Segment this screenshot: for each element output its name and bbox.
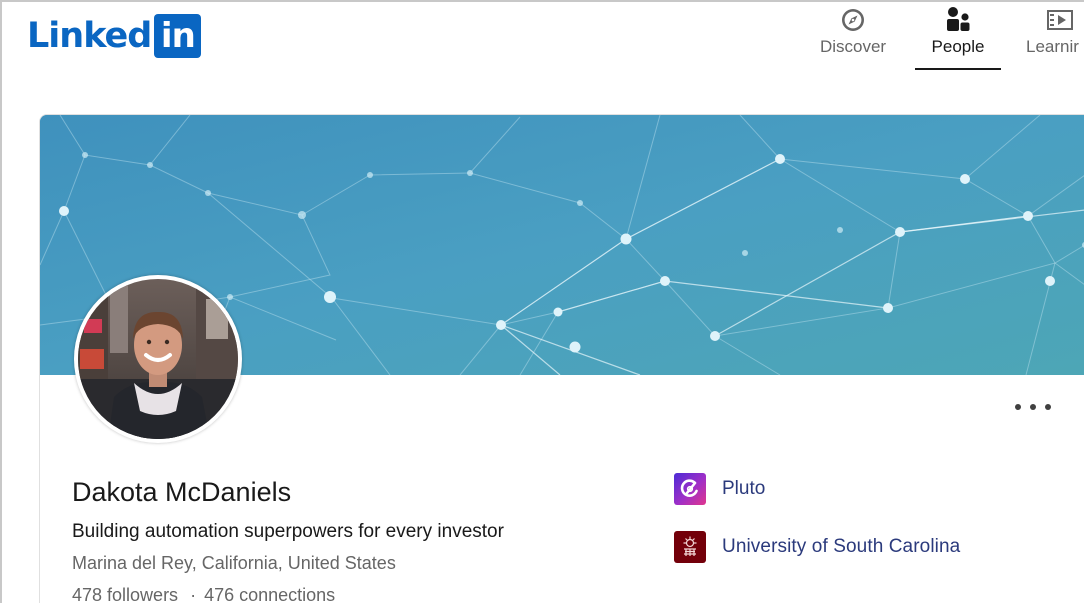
dot [1015, 404, 1021, 410]
profile-card: Dakota McDaniels Building automation sup… [39, 114, 1084, 603]
profile-name: Dakota McDaniels [72, 477, 292, 507]
nav-item-discover[interactable]: Discover [816, 6, 890, 57]
profile-photo[interactable] [74, 275, 242, 443]
profile-location: Marina del Rey, California, United State… [72, 553, 396, 573]
profile-stats: 478 followers · 476 connections [72, 585, 335, 603]
nav-label: Learnir [1026, 37, 1079, 56]
usc-logo-icon [674, 531, 706, 563]
org-pluto[interactable]: Pluto [674, 473, 765, 505]
connections-count[interactable]: 476 connections [204, 585, 335, 603]
logo-box: in [154, 14, 202, 58]
org-name: Pluto [722, 478, 766, 499]
video-play-icon [1046, 6, 1074, 34]
org-name: University of South Carolina [722, 536, 961, 557]
logo-text: Linked [27, 16, 152, 56]
people-icon [944, 6, 972, 34]
dot [1045, 404, 1051, 410]
dot [1030, 404, 1036, 410]
active-tab-indicator [915, 68, 1001, 70]
pluto-logo-icon [674, 473, 706, 505]
linkedin-logo[interactable]: Linked in [27, 14, 202, 58]
followers-count[interactable]: 478 followers [72, 585, 178, 603]
window-frame-left [0, 0, 2, 603]
nav-label: People [931, 37, 985, 56]
window-frame-top [0, 0, 1084, 2]
more-options-icon[interactable] [1015, 400, 1051, 414]
nav-label: Discover [819, 37, 887, 56]
org-university-of-south-carolina[interactable]: University of South Carolina [674, 531, 960, 563]
profile-headline: Building automation superpowers for ever… [72, 521, 504, 542]
stats-separator: · [190, 585, 197, 603]
nav-item-learning[interactable]: Learnir [1026, 6, 1084, 57]
nav-item-people[interactable]: People [915, 6, 1001, 70]
compass-icon [839, 6, 867, 34]
